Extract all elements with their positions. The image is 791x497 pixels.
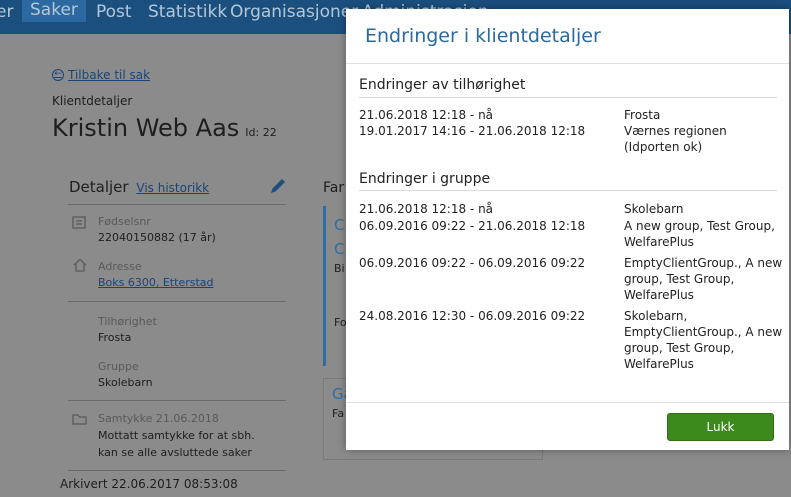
modal-title: Endringer i klientdetaljer — [365, 25, 601, 47]
back-link-label: Tilbake til sak — [68, 68, 151, 82]
change-period: 24.08.2016 12:30 - 06.09.2016 09:22 — [359, 309, 586, 323]
change-period: 06.09.2016 09:22 - 06.09.2016 09:22 — [359, 256, 586, 270]
modal-header: Endringer i klientdetaljer — [346, 9, 789, 64]
group-changes-heading: Endringer i gruppe — [359, 171, 491, 187]
belonging-changes-heading: Endringer av tilhørighet — [359, 77, 526, 93]
section-divider — [359, 97, 777, 98]
family-heading: Far — [323, 180, 345, 196]
nav-item-post[interactable]: Post — [96, 2, 132, 22]
change-period: 21.06.2018 12:18 - nå — [359, 202, 494, 216]
nav-item-saker[interactable]: Saker — [22, 0, 86, 22]
family-card-title: C — [334, 240, 345, 258]
divider — [68, 301, 286, 302]
history-link[interactable]: Vis historikk — [136, 181, 209, 195]
group-label: Gruppe — [98, 360, 139, 373]
change-value: Frosta — [624, 108, 661, 122]
address-value[interactable]: Boks 6300, Etterstad — [98, 276, 214, 289]
consent-text: Mottatt samtykke for at sbh. kan se alle… — [98, 429, 255, 459]
folder-icon — [72, 414, 87, 425]
nav-item-statistikk[interactable]: Statistikk — [148, 2, 227, 22]
client-name-text: Kristin Web Aas — [52, 114, 240, 142]
back-to-case-link[interactable]: ← Tilbake til sak — [52, 68, 150, 82]
nav-item-partial[interactable]: er — [0, 2, 13, 22]
change-period: 19.01.2017 14:16 - 21.06.2018 12:18 — [359, 124, 586, 138]
client-id: Id: 22 — [245, 126, 277, 139]
consent-label: Samtykke 21.06.2018 — [98, 412, 219, 425]
birth-number-value: 22040150882 (17 år) — [98, 231, 216, 244]
family-card-text: Fo — [334, 316, 347, 329]
back-arrow-icon: ← — [52, 69, 64, 81]
change-value: A new group, Test Group, WelfarePlus — [624, 219, 775, 249]
address-label: Adresse — [98, 260, 142, 273]
details-card: Detaljer Vis historikk Fødselsnr 2204015… — [52, 168, 296, 491]
change-period: 06.09.2016 09:22 - 21.06.2018 12:18 — [359, 219, 586, 233]
belonging-label: Tilhørighet — [98, 315, 157, 328]
page-subtitle: Klientdetaljer — [52, 94, 133, 108]
client-name: Kristin Web Aas Id: 22 — [52, 114, 277, 142]
change-value: Værnes regionen (Idporten ok) — [624, 124, 727, 154]
archived-status: Arkivert 22.06.2017 08:53:08 — [60, 477, 238, 491]
family-card-text: Bi — [334, 262, 345, 275]
family-card-title: C — [334, 216, 345, 234]
birth-number-label: Fødselsnr — [98, 215, 151, 228]
family-card-text: Fa — [332, 407, 345, 420]
details-title: Detaljer Vis historikk — [69, 178, 209, 196]
divider — [68, 204, 286, 205]
divider — [68, 470, 286, 471]
change-value: Skolebarn — [624, 202, 684, 216]
change-period: 21.06.2018 12:18 - nå — [359, 108, 494, 122]
nav-item-organisasjoner[interactable]: Organisasjoner — [230, 2, 358, 22]
change-value: Skolebarn, EmptyClientGroup., A new grou… — [624, 309, 783, 371]
id-card-icon — [72, 216, 86, 229]
group-value: Skolebarn — [98, 376, 153, 389]
close-button[interactable]: Lukk — [667, 413, 774, 441]
details-title-text: Detaljer — [69, 178, 129, 196]
home-icon — [73, 258, 87, 272]
divider — [68, 400, 286, 401]
section-divider — [359, 190, 777, 191]
change-value: EmptyClientGroup., A new group, Test Gro… — [624, 256, 783, 302]
changes-modal: Endringer i klientdetaljer Endringer av … — [346, 9, 789, 450]
belonging-value: Frosta — [98, 331, 132, 344]
pencil-icon[interactable] — [268, 176, 288, 196]
